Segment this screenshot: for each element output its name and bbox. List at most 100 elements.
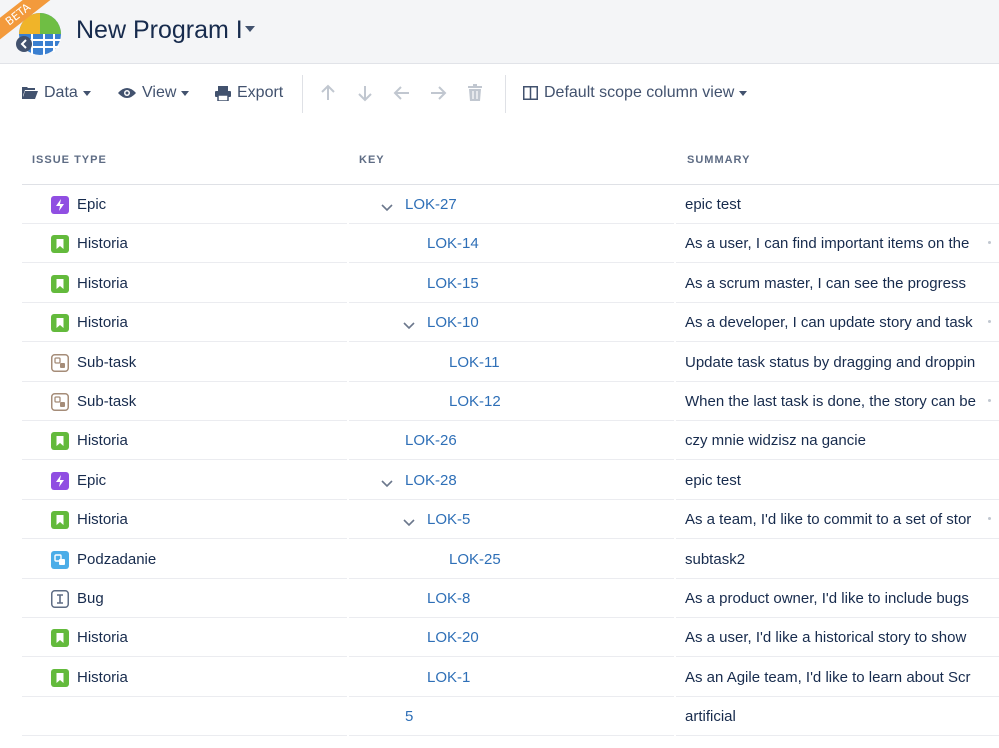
issue-key-link[interactable]: 5 <box>405 708 413 725</box>
story-icon <box>51 314 69 333</box>
table-row[interactable]: Historia LOK-14 As a user, I can find impo… <box>22 224 999 264</box>
table-row[interactable]: Sub-task LOK-11 Update task status by drag… <box>22 343 999 382</box>
bug-icon <box>51 590 69 608</box>
arrow-up-icon[interactable] <box>318 83 338 103</box>
issue-type-label: Historia <box>77 274 128 292</box>
story-icon <box>51 235 69 254</box>
column-header-issue-type[interactable]: ISSUE TYPE <box>32 154 107 166</box>
issue-type-label: Sub-task <box>77 353 137 371</box>
table-row[interactable]: Historia LOK-15 As a scrum master, I can s… <box>22 264 999 303</box>
issue-key-link[interactable]: LOK-10 <box>427 314 479 331</box>
column-header-key[interactable]: KEY <box>359 154 385 166</box>
arrow-left-icon[interactable] <box>392 83 412 103</box>
table-row[interactable]: Podzadanie LOK-25 subtask2 <box>22 540 999 579</box>
table-row[interactable]: Historia LOK-10 As a developer, I can upda… <box>22 303 999 343</box>
app-header: BETA New Program I <box>0 0 999 64</box>
issue-summary[interactable]: As a scrum master, I can see the progres… <box>685 275 977 292</box>
issue-summary[interactable]: artificial <box>685 708 977 725</box>
issue-key-link[interactable]: LOK-26 <box>405 432 457 449</box>
issue-summary[interactable]: As a team, I'd like to commit to a set o… <box>685 511 977 528</box>
arrow-down-icon[interactable] <box>355 83 375 103</box>
table-row[interactable]: Bug LOK-8 As a product owner, I'd like to … <box>22 579 999 618</box>
overflow-dot-icon <box>988 517 991 521</box>
issue-type-label: Historia <box>77 668 128 686</box>
story-icon <box>51 432 69 451</box>
table-row[interactable]: Historia LOK-5 As a team, I'd like to comm… <box>22 500 999 540</box>
overflow-dot-icon <box>988 320 991 324</box>
chevron-down-icon <box>739 90 748 96</box>
chevron-down-icon[interactable] <box>403 515 415 527</box>
issue-type-label: Historia <box>77 511 128 529</box>
issue-summary[interactable]: Update task status by dragging and dropp… <box>685 354 977 371</box>
story-icon <box>51 668 69 687</box>
issue-summary[interactable]: As a user, I can find important items on… <box>685 235 977 252</box>
view-menu-button[interactable]: View <box>118 83 190 103</box>
issue-type-label: Historia <box>77 629 128 647</box>
table-row[interactable]: Historia LOK-20 As a user, I'd like a hist… <box>22 618 999 658</box>
issue-summary[interactable]: epic test <box>685 472 977 489</box>
issue-summary[interactable]: As a product owner, I'd like to include … <box>685 590 977 607</box>
story-icon <box>51 274 69 293</box>
columns-icon <box>523 86 538 100</box>
issue-key-link[interactable]: LOK-28 <box>405 472 457 489</box>
epic-icon <box>51 471 69 490</box>
column-header-summary[interactable]: SUMMARY <box>687 154 750 166</box>
row-divider <box>676 735 999 737</box>
issue-key-link[interactable]: LOK-8 <box>427 590 470 607</box>
issue-summary[interactable]: As an Agile team, I'd like to learn abou… <box>685 669 977 686</box>
view-menu-label: View <box>142 84 177 101</box>
table-row[interactable]: Historia LOK-26 czy mnie widzisz na gancie <box>22 421 999 461</box>
issue-summary[interactable]: subtask2 <box>685 551 977 568</box>
issue-type-label: Historia <box>77 235 128 253</box>
export-label: Export <box>237 84 284 101</box>
data-menu-button[interactable]: Data <box>22 83 91 103</box>
issue-summary[interactable]: epic test <box>685 196 977 213</box>
subtask-icon <box>51 393 69 411</box>
app-logo[interactable]: BETA <box>0 0 68 62</box>
folder-icon <box>22 87 38 99</box>
table-header: ISSUE TYPE KEY SUMMARY <box>0 150 999 172</box>
trash-icon[interactable] <box>465 83 485 103</box>
issue-key-link[interactable]: LOK-15 <box>427 275 479 292</box>
chevron-down-icon[interactable] <box>403 318 415 330</box>
issue-key-link[interactable]: LOK-12 <box>449 393 501 410</box>
issue-summary[interactable]: As a user, I'd like a historical story t… <box>685 629 977 646</box>
scope-view-button[interactable]: Default scope column view <box>523 83 748 103</box>
issue-key-link[interactable]: LOK-1 <box>427 669 470 686</box>
issue-key-link[interactable]: LOK-27 <box>405 196 457 213</box>
issue-key-link[interactable]: LOK-14 <box>427 235 479 252</box>
table-row[interactable]: Sub-task LOK-12 When the last task is done… <box>22 382 999 421</box>
issue-type-label: Epic <box>77 471 107 489</box>
issue-key-link[interactable]: LOK-11 <box>449 354 500 371</box>
eye-icon <box>118 88 136 98</box>
title-chevron-down-icon[interactable] <box>244 26 255 33</box>
issue-key-link[interactable]: LOK-20 <box>427 629 479 646</box>
subtask-icon <box>51 353 69 372</box>
program-title: New Program I <box>76 16 243 44</box>
story-icon <box>51 511 69 530</box>
overflow-dot-icon <box>988 399 991 402</box>
export-button[interactable]: Export <box>215 83 283 103</box>
chevron-down-icon <box>82 90 91 96</box>
table-row[interactable]: Epic LOK-27 epic test <box>22 185 999 224</box>
row-divider <box>349 735 674 737</box>
chevron-down-icon[interactable] <box>381 476 393 487</box>
story-icon <box>51 629 69 648</box>
issue-summary[interactable]: czy mnie widzisz na gancie <box>685 432 977 449</box>
issue-type-label: Historia <box>77 432 128 450</box>
issue-key-link[interactable]: LOK-25 <box>449 551 501 568</box>
issue-type-label: Bug <box>77 590 104 607</box>
issue-key-link[interactable]: LOK-5 <box>427 511 470 528</box>
chevron-down-icon <box>181 90 190 96</box>
issue-summary[interactable]: When the last task is done, the story ca… <box>685 393 977 410</box>
toolbar-divider <box>505 75 506 113</box>
table-row[interactable]: Epic LOK-28 epic test <box>22 461 999 500</box>
page-title[interactable]: New Program I <box>76 16 255 45</box>
data-menu-label: Data <box>44 84 78 101</box>
chevron-down-icon[interactable] <box>381 200 393 212</box>
table-row[interactable]: 5 artificial <box>22 697 999 737</box>
arrow-right-icon[interactable] <box>428 83 448 103</box>
table-row[interactable]: Historia LOK-1 As an Agile team, I'd like … <box>22 658 999 697</box>
issue-summary[interactable]: As a developer, I can update story and t… <box>685 314 977 331</box>
issue-type-label: Historia <box>77 314 128 332</box>
